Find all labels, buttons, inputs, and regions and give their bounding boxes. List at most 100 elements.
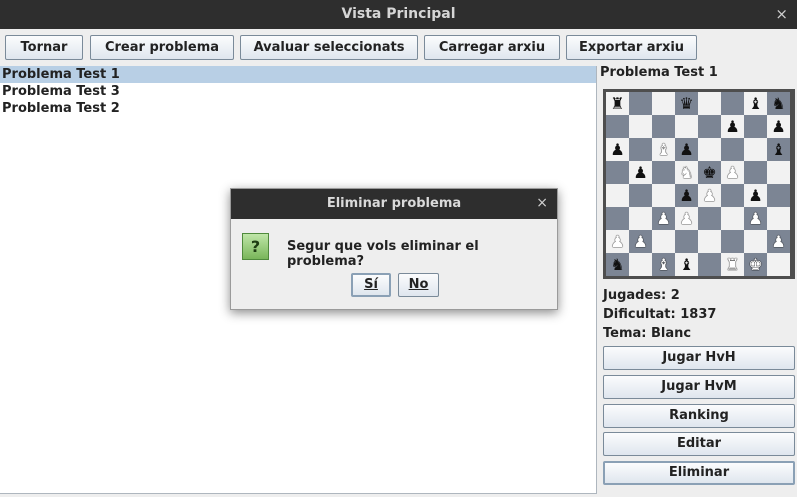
board-square: ♚ [744,253,767,276]
dialog-message: Segur que vols eliminar el problema? [287,239,479,269]
board-square: ♟ [606,138,629,161]
board-square [675,115,698,138]
white-pawn-icon: ♟ [725,162,740,182]
chess-board: ♜ ♛ ♝ ♞ ♟ ♟ ♟ ♝ ♟ ♝ ♟ ♞ ♚ ♟ ♟ ♟ ♟ ♟ ♟ ♟ ♟ ♟ ♟ ♞ ♝ ♝ ♜ ♚ [603,89,795,279]
crear-problema-button[interactable]: Crear problema [90,35,234,60]
board-square: ♚ [698,161,721,184]
board-square [744,115,767,138]
board-square: ♝ [767,138,790,161]
list-item[interactable]: Problema Test 3 [0,83,596,100]
board-square: ♝ [652,138,675,161]
board-square [767,253,790,276]
editar-button[interactable]: Editar [603,432,795,456]
title-bar: Vista Principal × [0,0,797,29]
tornar-button[interactable]: Tornar [5,35,83,60]
board-square [698,230,721,253]
board-square [721,138,744,161]
white-pawn-icon: ♟ [679,208,694,228]
white-bishop-icon: ♝ [656,254,671,274]
white-pawn-icon: ♟ [633,231,648,251]
board-square [652,92,675,115]
board-square: ♟ [629,161,652,184]
dificultat-label: Dificultat: 1837 [603,307,717,322]
board-square [652,184,675,207]
white-king-icon: ♚ [748,254,763,274]
board-square [721,230,744,253]
black-bishop-icon: ♝ [771,139,786,159]
board-square: ♞ [767,92,790,115]
white-pawn-icon: ♟ [610,231,625,251]
board-square: ♟ [698,184,721,207]
board-square: ♟ [675,207,698,230]
black-pawn-icon: ♟ [633,162,648,182]
confirm-dialog: Eliminar problema × ? Segur que vols eli… [230,188,558,310]
board-square [767,207,790,230]
white-rook-icon: ♜ [725,254,740,274]
board-square [744,138,767,161]
jugar-hvh-button[interactable]: Jugar HvH [603,346,795,370]
black-pawn-icon: ♟ [748,185,763,205]
eliminar-button[interactable]: Eliminar [603,461,795,485]
no-button[interactable]: No [398,273,439,297]
dialog-title: Eliminar problema [326,196,462,211]
board-square: ♟ [767,115,790,138]
board-square: ♟ [606,230,629,253]
board-square [698,253,721,276]
board-square [629,138,652,161]
window-title: Vista Principal [341,6,456,22]
avaluar-seleccionats-button[interactable]: Avaluar seleccionats [240,35,418,60]
board-square [606,115,629,138]
board-square [744,230,767,253]
board-square: ♟ [629,230,652,253]
board-grid: ♜ ♛ ♝ ♞ ♟ ♟ ♟ ♝ ♟ ♝ ♟ ♞ ♚ ♟ ♟ ♟ ♟ ♟ ♟ ♟ ♟ ♟ ♟ ♞ ♝ ♝ ♜ ♚ [606,92,792,276]
jugar-hvm-button[interactable]: Jugar HvM [603,375,795,399]
carregar-arxiu-button[interactable]: Carregar arxiu [424,35,560,60]
board-square: ♟ [721,115,744,138]
white-pawn-icon: ♟ [656,208,671,228]
board-square [698,138,721,161]
board-square [698,115,721,138]
white-bishop-icon: ♝ [656,139,671,159]
board-square [721,184,744,207]
board-square [744,161,767,184]
board-square [629,207,652,230]
board-square: ♟ [744,184,767,207]
yes-button[interactable]: Sí [351,273,391,297]
black-pawn-icon: ♟ [725,116,740,136]
board-square: ♝ [744,92,767,115]
jugades-label: Jugades: 2 [603,288,680,303]
problem-title: Problema Test 1 [600,65,718,80]
ranking-button[interactable]: Ranking [603,404,795,428]
main-window: Vista Principal × Tornar Crear problema … [0,0,797,497]
board-square: ♟ [767,230,790,253]
board-square [652,115,675,138]
black-pawn-icon: ♟ [679,185,694,205]
dialog-title-bar: Eliminar problema × [231,189,557,219]
board-square [629,253,652,276]
close-icon[interactable]: × [775,5,788,23]
board-square [675,230,698,253]
board-square [698,207,721,230]
board-square: ♟ [652,207,675,230]
board-square [606,207,629,230]
board-square [652,161,675,184]
tema-label: Tema: Blanc [603,326,692,341]
board-square [721,207,744,230]
list-item[interactable]: Problema Test 2 [0,100,596,117]
close-icon[interactable]: × [536,195,548,211]
list-item[interactable]: Problema Test 1 [0,66,596,83]
exportar-arxiu-button[interactable]: Exportar arxiu [566,35,697,60]
black-bishop-icon: ♝ [748,93,763,113]
black-pawn-icon: ♟ [610,139,625,159]
board-square [629,184,652,207]
black-pawn-icon: ♟ [771,116,786,136]
board-square: ♟ [744,207,767,230]
black-knight-icon: ♞ [771,93,786,113]
black-rook-icon: ♜ [610,93,625,113]
board-square: ♟ [675,138,698,161]
board-square: ♝ [675,253,698,276]
white-knight-icon: ♞ [679,162,694,182]
board-square [767,184,790,207]
board-square [767,161,790,184]
black-knight-icon: ♞ [610,254,625,274]
